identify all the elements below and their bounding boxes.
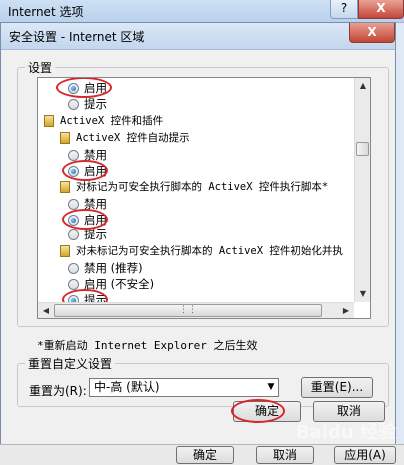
parent-close-button[interactable]: X — [358, 0, 404, 19]
parent-ok-button[interactable]: 确定 — [176, 446, 234, 464]
dialog-title: 安全设置 - Internet 区域 — [9, 30, 145, 44]
scroll-right-icon[interactable]: ▶ — [338, 303, 354, 318]
radio-icon[interactable] — [68, 279, 79, 290]
settings-group-label: 设置 — [25, 59, 56, 76]
chevron-down-icon[interactable]: ▼ — [263, 378, 279, 397]
scroll-up-icon[interactable]: ▲ — [355, 78, 370, 94]
radio-icon[interactable] — [68, 263, 79, 274]
security-settings-dialog: 安全设置 - Internet 区域 X 设置 启用 提示 ActiveX 控件… — [0, 22, 396, 450]
settings-list-body: 启用 提示 ActiveX 控件和插件 ActiveX 控件自动提示 禁用 启用… — [38, 78, 354, 302]
scroll-down-icon[interactable]: ▼ — [355, 286, 370, 302]
folder-icon — [60, 132, 70, 144]
parent-window-title: Internet 选项 — [8, 5, 84, 19]
highlight-ring — [62, 209, 108, 230]
vertical-scrollbar[interactable]: ▲ ▼ — [354, 78, 370, 302]
radio-icon[interactable] — [68, 229, 79, 240]
grip-icon: ⋮⋮ — [179, 305, 197, 315]
parent-cancel-button[interactable]: 取消 — [256, 446, 314, 464]
reset-button[interactable]: 重置(E)... — [301, 377, 373, 398]
folder-icon — [44, 115, 54, 127]
parent-apply-button[interactable]: 应用(A) — [334, 446, 396, 464]
highlight-ring — [231, 399, 285, 423]
folder-icon — [60, 181, 70, 193]
radio-icon[interactable] — [68, 99, 79, 110]
restart-note: *重新启动 Internet Explorer 之后生效 — [37, 339, 258, 352]
highlight-ring — [62, 160, 108, 181]
scroll-left-icon[interactable]: ◀ — [38, 303, 54, 318]
reset-group-label: 重置自定义设置 — [25, 355, 116, 372]
radio-icon[interactable] — [68, 150, 79, 161]
horizontal-scroll-thumb[interactable]: ⋮⋮ — [54, 304, 322, 317]
folder-icon — [60, 245, 70, 257]
radio-icon[interactable] — [68, 199, 79, 210]
watermark: Baidu 经验 — [296, 422, 397, 443]
help-button[interactable]: ? — [330, 0, 358, 19]
reset-to-label: 重置为(R): — [29, 384, 87, 398]
security-level-select[interactable]: 中-高 (默认) — [89, 378, 279, 397]
dialog-close-button[interactable]: X — [349, 23, 395, 43]
highlight-ring — [56, 78, 112, 98]
vertical-scroll-thumb[interactable] — [356, 142, 369, 156]
settings-list[interactable]: 启用 提示 ActiveX 控件和插件 ActiveX 控件自动提示 禁用 启用… — [37, 77, 371, 319]
horizontal-scrollbar[interactable]: ◀ ⋮⋮ ▶ — [38, 302, 354, 318]
